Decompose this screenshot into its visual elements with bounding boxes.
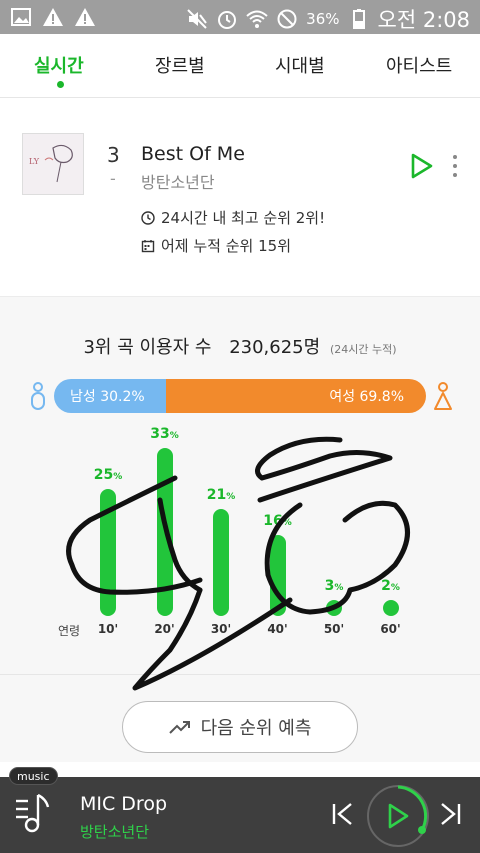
block-icon [276,8,298,30]
next-rank-predict-button[interactable]: 다음 순위 예측 [122,701,358,753]
male-icon [28,381,48,411]
calendar-icon [141,239,155,253]
male-ratio-segment: 남성 30.2% [54,379,167,413]
female-icon [433,381,453,411]
now-playing-artist: 방탄소년단 [80,823,150,841]
rank-change: - [110,169,116,188]
age-bar-value: 25 [93,466,114,483]
age-tick-label: 30' [210,622,232,636]
play-icon[interactable] [410,153,434,179]
song-card: LY 3 - Best Of Me 방탄소년단 24시간 내 최고 순위 2위!… [0,99,480,295]
listener-stats: 3위 곡 이용자 수 230,625명 (24시간 누적) 남성 30.2% 여… [0,296,480,762]
player-play-button[interactable] [367,785,429,847]
warning-icon [42,6,64,28]
age-bar-label: 25% [78,467,138,483]
age-bar-unit: % [113,471,123,482]
age-bar-unit: % [226,492,236,503]
age-bar [326,600,342,616]
tab-genre[interactable]: 장르별 [155,52,205,78]
age-bar-value: 16 [263,512,283,529]
peak-info: 24시간 내 최고 순위 2위! [141,207,325,228]
album-art[interactable]: LY [22,133,84,195]
song-title[interactable]: Best Of Me [141,143,245,165]
age-bar [269,534,286,616]
tab-era[interactable]: 시대별 [275,52,325,78]
now-playing-title[interactable]: MIC Drop [80,793,167,815]
battery-icon [348,8,370,30]
next-track-icon[interactable] [438,801,462,827]
mini-player: MIC Drop 방탄소년단 [0,777,480,853]
song-artist[interactable]: 방탄소년단 [141,169,215,193]
peak-info-text: 24시간 내 최고 순위 2위! [161,209,326,227]
age-tick-label: 50' [323,622,345,636]
divider [0,674,480,675]
age-bar [382,600,399,616]
age-bar [100,488,116,616]
age-bar-value: 2 [381,578,391,594]
age-bar-unit: % [334,583,344,593]
age-bar-value: 33 [150,426,170,442]
age-bar-label: 16% [248,513,308,529]
gender-ratio-bar: 남성 30.2% 여성 69.8% [54,379,426,413]
alarm-icon [216,8,238,30]
age-bar-value: 3 [324,578,335,594]
status-bar: 36% 오전 2:08 [0,0,480,34]
warning-icon [74,6,96,28]
svg-text:LY: LY [29,157,40,166]
age-tick-label: 60' [380,622,401,636]
age-bar [213,509,229,616]
trending-up-icon [168,721,190,734]
rank-number: 3 [107,143,120,167]
previous-track-icon[interactable] [331,801,355,827]
age-bar-label: 2% [361,578,421,594]
age-bar-value: 21 [206,487,227,504]
age-bar [156,448,173,616]
mute-icon [186,8,208,30]
age-tick-label: 20' [154,622,175,636]
user-count-label: 3위 곡 이용자 수 [83,337,212,358]
cumulative-info-text: 어제 누적 순위 15위 [161,237,291,255]
more-options-icon[interactable] [450,153,460,179]
age-bar-label: 21% [191,487,251,503]
age-bar-label: 33% [135,426,195,442]
predict-button-label: 다음 순위 예측 [200,718,312,739]
female-ratio-segment: 여성 69.8% [166,379,426,413]
image-icon [10,6,32,28]
wifi-icon [246,8,268,30]
clock-icon [141,210,155,225]
user-count-value: 230,625명 [229,337,321,358]
age-bar-unit: % [282,517,292,528]
age-bar-unit: % [390,583,400,593]
tab-artist[interactable]: 아티스트 [386,52,452,78]
age-tick-label: 40' [267,622,288,636]
age-distribution-chart: 25% 10' 33% 20' 21% 30' 16% 40' 3% 50' 2% 60' [0,426,480,647]
active-tab-indicator [57,81,64,88]
user-count-line: 3위 곡 이용자 수 230,625명 (24시간 누적) [0,333,480,359]
user-count-note: (24시간 누적) [329,343,397,356]
age-axis-title: 연령 [58,624,81,638]
chart-tabs: 실시간 장르별 시대별 아티스트 [0,34,480,98]
age-bar-label: 3% [304,578,364,594]
tab-realtime[interactable]: 실시간 [34,52,84,78]
cumulative-info: 어제 누적 순위 15위 [141,235,291,256]
music-tag: music [9,767,58,785]
age-tick-label: 10' [97,622,119,636]
battery-percent: 36% [306,10,340,28]
age-bar-unit: % [169,431,179,441]
clock: 오전 2:08 [377,8,470,32]
playlist-icon[interactable] [14,791,54,835]
